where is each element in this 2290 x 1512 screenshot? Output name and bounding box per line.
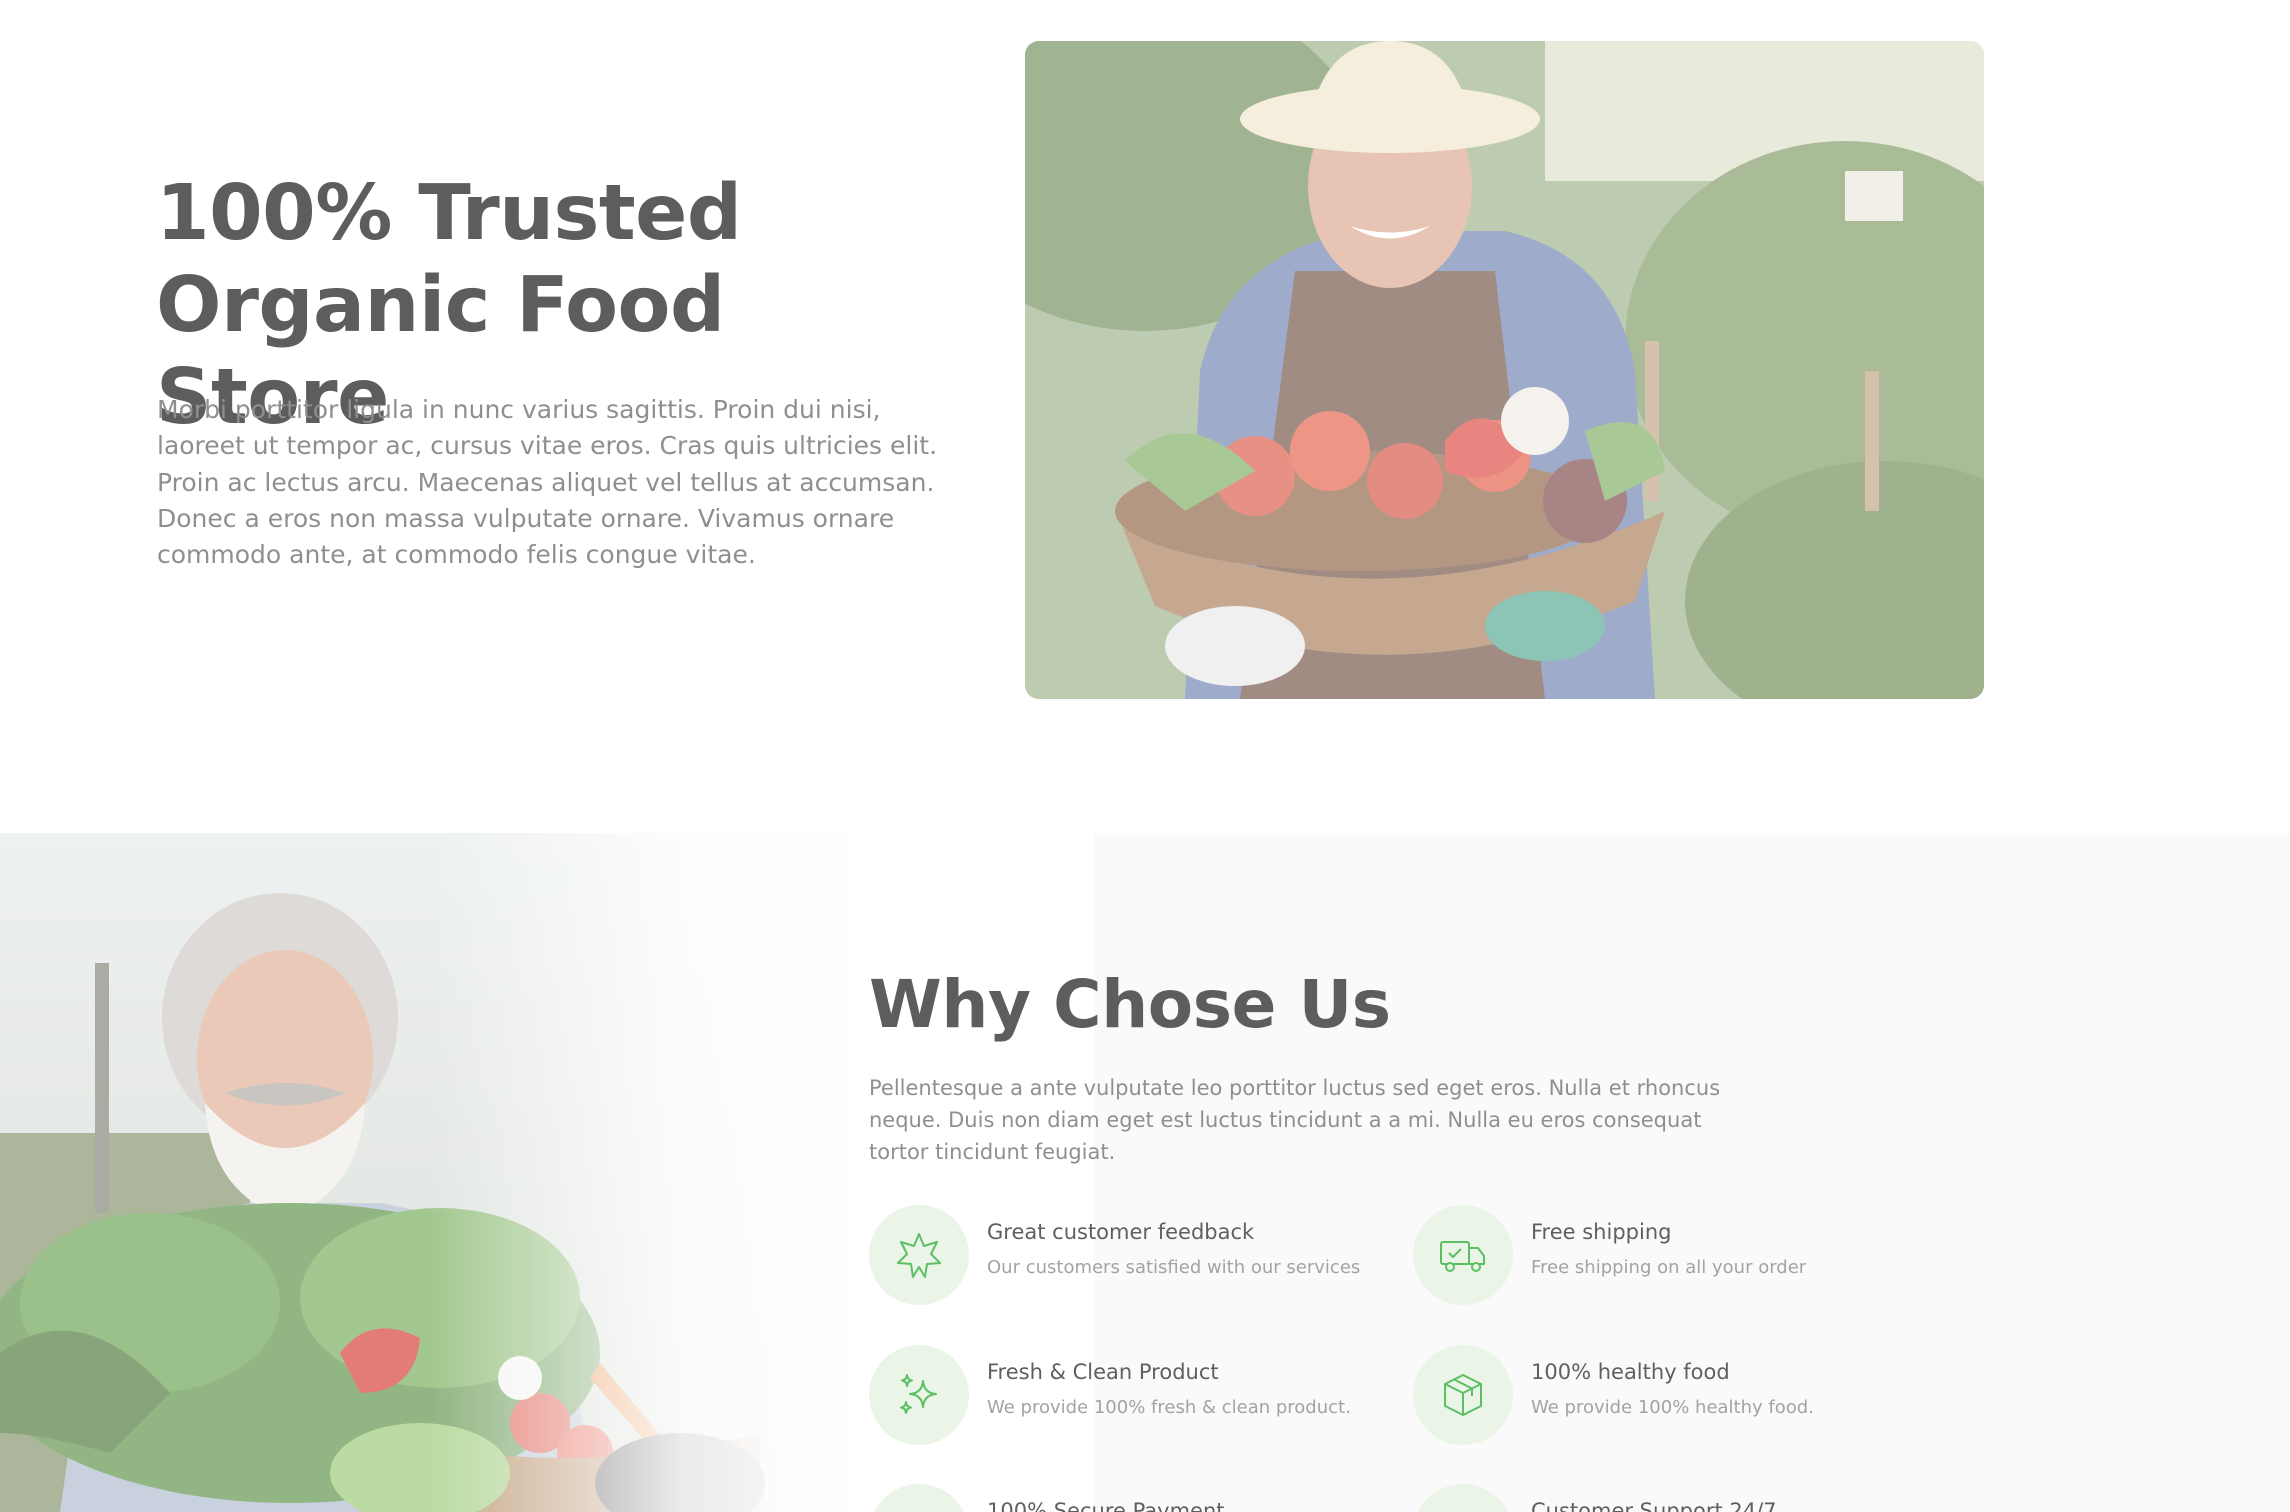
headset-support-icon: [1413, 1484, 1513, 1512]
secure-payment-icon: [869, 1484, 969, 1512]
star-badge-icon: [869, 1205, 969, 1305]
feature-great-customer-feedback: Great customer feedback Our customers sa…: [869, 1205, 1409, 1305]
about-section: 100% Trusted Organic Food Store Morbi po…: [0, 0, 2290, 833]
feature-secure-payment: 100% Secure Payment: [869, 1484, 1409, 1512]
feature-description: Our customers satisfied with our service…: [987, 1257, 1361, 1278]
feature-free-shipping: Free shipping Free shipping on all your …: [1413, 1205, 1953, 1305]
delivery-truck-icon: [1413, 1205, 1513, 1305]
feature-description: We provide 100% healthy food.: [1531, 1397, 1814, 1418]
photo-fade-overlay: [430, 833, 890, 1512]
why-choose-us-description: Pellentesque a ante vulputate leo portti…: [869, 1076, 1721, 1164]
farmer-with-vegetable-basket-photo: [1025, 41, 1984, 699]
feature-title: Fresh & Clean Product: [987, 1360, 1219, 1384]
sparkles-icon: [869, 1345, 969, 1445]
feature-fresh-clean-product: Fresh & Clean Product We provide 100% fr…: [869, 1345, 1409, 1445]
about-title-line-1: 100% Trusted: [156, 169, 742, 258]
feature-title: 100% healthy food: [1531, 1360, 1730, 1384]
feature-title: Customer Support 24/7: [1531, 1499, 1777, 1512]
feature-customer-support: Customer Support 24/7: [1413, 1484, 1953, 1512]
feature-description: Free shipping on all your order: [1531, 1257, 1807, 1278]
feature-title: Great customer feedback: [987, 1220, 1255, 1244]
feature-title: Free shipping: [1531, 1220, 1672, 1244]
feature-description: We provide 100% fresh & clean product.: [987, 1397, 1351, 1418]
why-choose-us-title: Why Chose Us: [869, 966, 1391, 1043]
feature-healthy-food: 100% healthy food We provide 100% health…: [1413, 1345, 1953, 1445]
feature-title: 100% Secure Payment: [987, 1499, 1225, 1512]
package-box-icon: [1413, 1345, 1513, 1445]
why-choose-us-section: Why Chose Us Pellentesque a ante vulputa…: [0, 833, 2290, 1512]
about-description: Morbi porttitor ligula in nunc varius sa…: [157, 395, 938, 570]
